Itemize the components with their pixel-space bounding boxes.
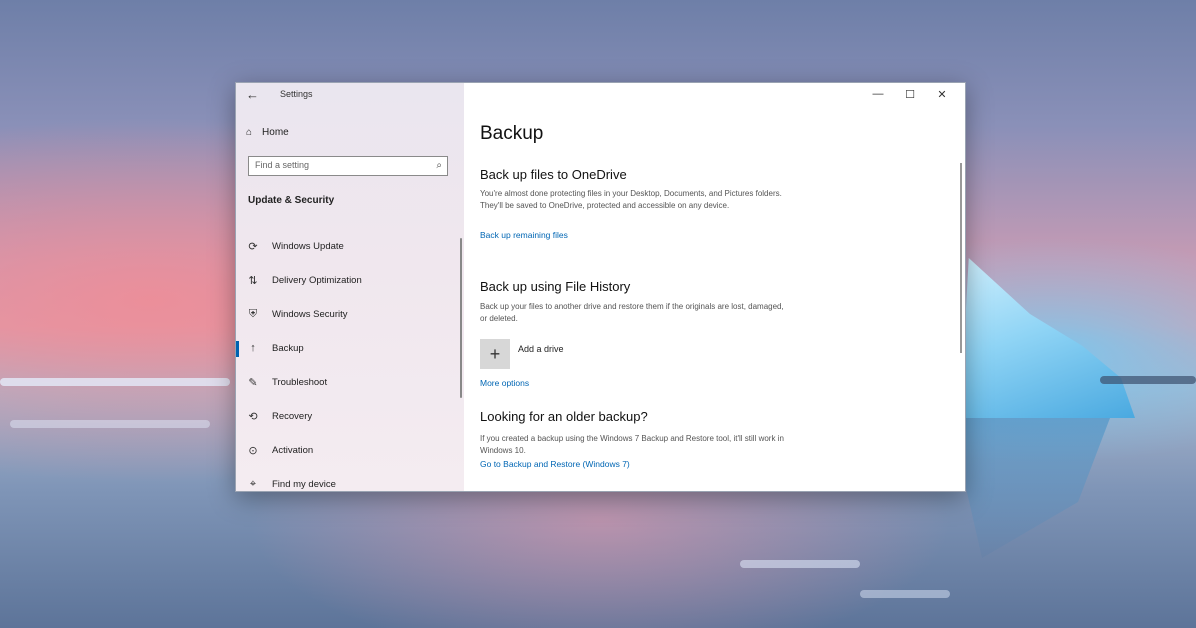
ice-floe: [10, 420, 210, 428]
sidebar-scrollbar[interactable]: [460, 238, 462, 398]
sidebar-item-delivery-optimization[interactable]: ⇅ Delivery Optimization: [236, 263, 464, 297]
content-scrollbar[interactable]: [960, 163, 962, 353]
older-backup-heading: Looking for an older backup?: [480, 409, 648, 424]
ice-floe: [740, 560, 860, 568]
add-drive-label[interactable]: Add a drive: [518, 344, 564, 354]
page-title: Backup: [480, 123, 544, 144]
window-title: Settings: [280, 89, 313, 99]
section-heading: Update & Security: [248, 195, 335, 206]
sidebar-item-backup[interactable]: ↑ Backup: [236, 331, 464, 365]
find-device-icon: ⌖: [249, 477, 257, 490]
iceberg: [960, 258, 1135, 418]
sidebar-item-label: Troubleshoot: [272, 376, 328, 388]
sidebar-item-label: Find my device: [272, 478, 336, 490]
ice-floe: [0, 378, 230, 386]
close-button[interactable]: ✕: [926, 83, 958, 105]
window-controls: — ☐ ✕: [862, 83, 958, 105]
sidebar-item-windows-security[interactable]: ⛨ Windows Security: [236, 297, 464, 331]
sidebar-item-home[interactable]: ⌂ Home: [246, 127, 289, 138]
plus-icon: +: [489, 343, 501, 364]
delivery-optimization-icon: ⇅: [248, 274, 258, 287]
ice-floe: [860, 590, 950, 598]
home-icon: ⌂: [246, 127, 253, 138]
activation-icon: ⊙: [248, 444, 258, 457]
refresh-icon: ⟳: [248, 240, 258, 253]
recovery-icon: ⟲: [248, 410, 258, 423]
iceberg-reflection: [950, 418, 1110, 558]
file-history-description: Back up your files to another drive and …: [480, 302, 784, 323]
onedrive-heading: Back up files to OneDrive: [480, 167, 627, 182]
sidebar-item-label: Windows Security: [272, 308, 348, 320]
maximize-button[interactable]: ☐: [894, 83, 926, 105]
sidebar-item-label: Activation: [272, 444, 314, 456]
sidebar-item-activation[interactable]: ⊙ Activation: [236, 433, 464, 467]
minimize-button[interactable]: —: [862, 83, 894, 105]
search-icon[interactable]: ⌕: [436, 160, 442, 171]
back-button[interactable]: ←: [246, 87, 259, 102]
older-backup-description: If you created a backup using the Window…: [480, 434, 784, 455]
sidebar-item-recovery[interactable]: ⟲ Recovery: [236, 399, 464, 433]
ice-floe: [1100, 376, 1196, 384]
home-label: Home: [262, 127, 289, 138]
sidebar-item-troubleshoot[interactable]: ✎ Troubleshoot: [236, 365, 464, 399]
sidebar-item-find-my-device[interactable]: ⌖ Find my device: [236, 467, 464, 491]
settings-sidebar: ← Settings ⌂ Home Find a setting ⌕ Updat…: [236, 83, 464, 491]
sidebar-item-label: Recovery: [272, 410, 313, 422]
more-options-link[interactable]: More options: [480, 378, 529, 388]
backup-and-restore-link[interactable]: Go to Backup and Restore (Windows 7): [480, 459, 630, 469]
title-bar: ← Settings: [236, 83, 464, 107]
search-placeholder: Find a setting: [255, 160, 310, 170]
file-history-heading: Back up using File History: [480, 279, 631, 294]
settings-window: ← Settings ⌂ Home Find a setting ⌕ Updat…: [235, 82, 966, 492]
shield-icon: ⛨: [248, 307, 258, 320]
backup-page: — ☐ ✕ Backup Back up files to OneDrive Y…: [464, 83, 964, 491]
wrench-icon: ✎: [248, 376, 258, 389]
sidebar-item-windows-update[interactable]: ⟳ Windows Update: [236, 229, 464, 263]
sidebar-nav: ⟳ Windows Update ⇅ Delivery Optimization…: [236, 229, 464, 491]
back-up-remaining-files-link[interactable]: Back up remaining files: [480, 230, 568, 240]
onedrive-description: You're almost done protecting files in y…: [480, 189, 782, 210]
sidebar-item-label: Windows Update: [272, 240, 344, 252]
search-input[interactable]: Find a setting ⌕: [248, 156, 448, 176]
backup-icon: ↑: [250, 342, 256, 354]
sidebar-item-label: Backup: [272, 342, 304, 354]
sidebar-item-label: Delivery Optimization: [272, 274, 362, 286]
add-drive-button[interactable]: +: [480, 339, 510, 369]
